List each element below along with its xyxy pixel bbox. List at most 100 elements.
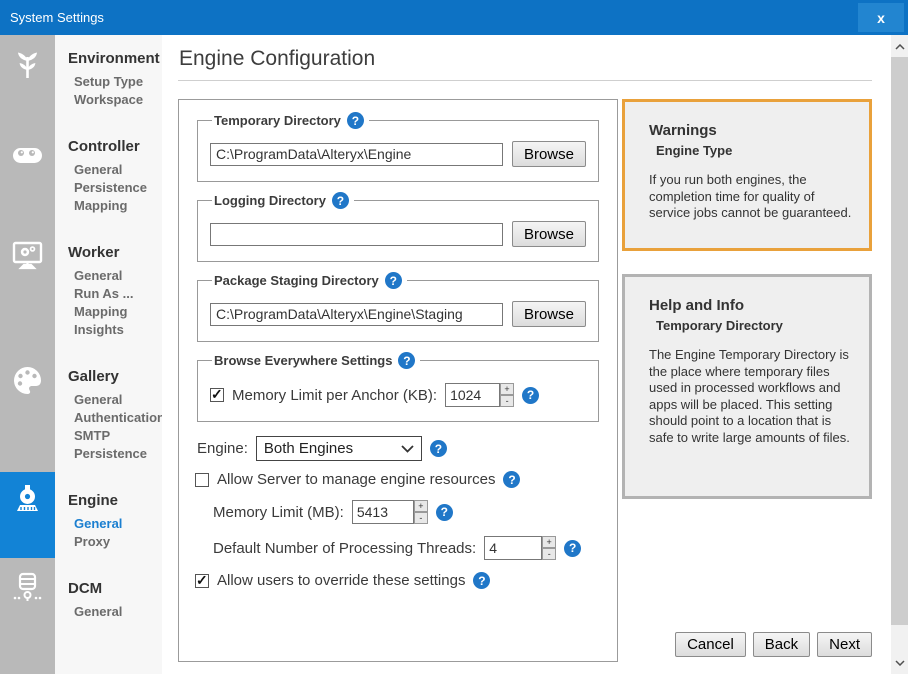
help-info-box: Help and Info Temporary Directory The En… [622, 274, 872, 499]
memory-limit-anchor-label: Memory Limit per Anchor (KB): [232, 387, 437, 404]
scroll-up-arrow[interactable] [891, 38, 908, 55]
close-button[interactable]: x [858, 3, 904, 32]
scroll-down-arrow[interactable] [891, 654, 908, 671]
cancel-button[interactable]: Cancel [675, 632, 746, 657]
engine-config-form: Temporary Directory ? Browse Logging Dir… [178, 99, 618, 662]
sidebar-item-worker-mapping[interactable]: Mapping [74, 303, 162, 321]
help-info-subtitle: Temporary Directory [656, 318, 853, 333]
system-settings-window: System Settings x [0, 0, 908, 674]
sidebar-nav: Environment Setup Type Workspace Control… [55, 35, 162, 674]
sidebar-group-dcm[interactable]: DCM [68, 581, 162, 597]
browse-everywhere-fieldset: Browse Everywhere Settings ? Memory Limi… [197, 352, 599, 422]
allow-users-checkbox[interactable] [195, 574, 209, 588]
sidebar-group-controller[interactable]: Controller [68, 139, 162, 155]
package-staging-legend: Package Staging Directory [214, 273, 379, 288]
sidebar-group-engine[interactable]: Engine [68, 493, 162, 509]
logging-directory-fieldset: Logging Directory ? Browse [197, 192, 599, 262]
sidebar: Environment Setup Type Workspace Control… [0, 35, 162, 674]
palette-icon [11, 364, 44, 397]
help-icon[interactable]: ? [385, 272, 402, 289]
sidebar-group-gallery[interactable]: Gallery [68, 369, 162, 385]
sidebar-item-worker-run-as[interactable]: Run As ... [74, 285, 162, 303]
sidebar-item-gallery-authentication[interactable]: Authentication [74, 409, 162, 427]
next-button[interactable]: Next [817, 632, 872, 657]
temporary-directory-fieldset: Temporary Directory ? Browse [197, 112, 599, 182]
warnings-body: If you run both engines, the completion … [649, 172, 853, 222]
browse-staging-button[interactable]: Browse [512, 301, 586, 327]
gamepad-icon [11, 139, 44, 172]
help-icon[interactable]: ? [473, 572, 490, 589]
spin-up-button[interactable]: + [542, 536, 556, 548]
sidebar-group-environment[interactable]: Environment [68, 51, 162, 67]
temporary-directory-legend: Temporary Directory [214, 113, 341, 128]
package-staging-input[interactable] [210, 303, 503, 326]
chevron-down-icon [895, 660, 905, 666]
sidebar-item-setup-type[interactable]: Setup Type [74, 73, 162, 91]
help-icon[interactable]: ? [347, 112, 364, 129]
spin-up-button[interactable]: + [500, 383, 514, 395]
package-staging-directory-fieldset: Package Staging Directory ? Browse [197, 272, 599, 342]
engine-select[interactable]: Both Engines [256, 436, 422, 461]
logging-directory-legend: Logging Directory [214, 193, 326, 208]
spin-up-button[interactable]: + [414, 500, 428, 512]
memory-limit-anchor-checkbox[interactable] [210, 388, 224, 402]
engine-select-value: Both Engines [264, 440, 353, 457]
allow-server-checkbox[interactable] [195, 473, 209, 487]
nav-group-dcm: DCM General [68, 581, 162, 621]
help-info-title: Help and Info [649, 297, 853, 314]
sidebar-item-engine-proxy[interactable]: Proxy [74, 533, 162, 551]
help-icon[interactable]: ? [398, 352, 415, 369]
help-icon[interactable]: ? [332, 192, 349, 209]
temporary-directory-input[interactable] [210, 143, 503, 166]
sidebar-item-controller-general[interactable]: General [74, 161, 162, 179]
scroll-thumb[interactable] [891, 57, 908, 625]
warnings-box: Warnings Engine Type If you run both eng… [622, 99, 872, 251]
sidebar-item-worker-insights[interactable]: Insights [74, 321, 162, 339]
logging-directory-input[interactable] [210, 223, 503, 246]
train-icon [11, 483, 44, 516]
help-icon[interactable]: ? [430, 440, 447, 457]
threads-input[interactable] [484, 536, 542, 560]
spin-down-button[interactable]: - [542, 548, 556, 560]
main-content: Engine Configuration Temporary Directory… [162, 35, 891, 674]
database-icon [11, 571, 44, 604]
right-panel: Warnings Engine Type If you run both eng… [622, 99, 872, 499]
sidebar-item-workspace[interactable]: Workspace [74, 91, 162, 109]
sidebar-item-gallery-general[interactable]: General [74, 391, 162, 409]
spin-down-button[interactable]: - [500, 395, 514, 407]
help-icon[interactable]: ? [564, 540, 581, 557]
help-icon[interactable]: ? [436, 504, 453, 521]
spin-down-button[interactable]: - [414, 512, 428, 524]
memory-limit-anchor-input[interactable] [445, 383, 500, 407]
browse-temporary-button[interactable]: Browse [512, 141, 586, 167]
help-icon[interactable]: ? [503, 471, 520, 488]
threads-label: Default Number of Processing Threads: [213, 540, 476, 557]
memory-limit-input[interactable] [352, 500, 414, 524]
nav-group-gallery: Gallery General Authentication SMTP Pers… [68, 369, 162, 463]
monitor-gear-icon [11, 239, 44, 272]
sidebar-item-engine-general[interactable]: General [74, 515, 162, 533]
window-title: System Settings [10, 10, 104, 25]
help-info-body: The Engine Temporary Directory is the pl… [649, 347, 853, 446]
sidebar-item-gallery-smtp[interactable]: SMTP [74, 427, 162, 445]
chevron-up-icon [895, 44, 905, 50]
sidebar-item-gallery-persistence[interactable]: Persistence [74, 445, 162, 463]
warnings-subtitle: Engine Type [656, 143, 853, 158]
nav-group-environment: Environment Setup Type Workspace [68, 51, 162, 109]
allow-users-label: Allow users to override these settings [217, 572, 465, 589]
sidebar-item-controller-persistence[interactable]: Persistence [74, 179, 162, 197]
nav-group-engine: Engine General Proxy [68, 493, 162, 551]
help-icon[interactable]: ? [522, 387, 539, 404]
sidebar-item-controller-mapping[interactable]: Mapping [74, 197, 162, 215]
titlebar: System Settings x [0, 0, 908, 35]
warnings-title: Warnings [649, 122, 853, 139]
sidebar-item-worker-general[interactable]: General [74, 267, 162, 285]
sidebar-group-worker[interactable]: Worker [68, 245, 162, 261]
footer-buttons: Cancel Back Next [675, 632, 872, 657]
sidebar-item-dcm-general[interactable]: General [74, 603, 162, 621]
sidebar-icon-column [0, 35, 55, 674]
scrollbar[interactable] [891, 35, 908, 674]
title-divider [178, 80, 872, 81]
browse-logging-button[interactable]: Browse [512, 221, 586, 247]
back-button[interactable]: Back [753, 632, 810, 657]
